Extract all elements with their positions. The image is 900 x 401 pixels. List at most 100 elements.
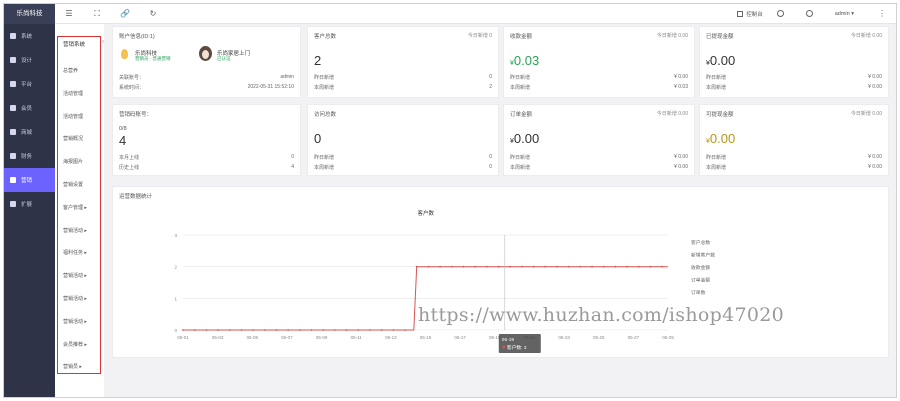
sidebar-item-6[interactable]: 营销: [4, 168, 55, 192]
card-title: 收款金额: [510, 34, 533, 40]
legend-item: 订单数: [691, 289, 706, 296]
data-point: [298, 329, 301, 331]
card-title: 已提现金额: [706, 34, 734, 40]
x-tick-label: 05-01: [177, 335, 189, 340]
sidebar-item-3[interactable]: 会员: [4, 96, 55, 120]
subnav-item[interactable]: 会员推荐 ▸: [63, 341, 87, 348]
subnav-item[interactable]: 营销活动 ▸: [63, 272, 87, 279]
data-point: [404, 329, 406, 331]
stat-row: 昨日新增 0: [314, 154, 492, 161]
subnav-title: 营销系统: [63, 42, 86, 48]
data-point: [637, 265, 640, 268]
subnav-item[interactable]: 活动管理: [63, 90, 83, 97]
withdraw-card: 已提现金额 今日新增 0.00 ¥0.00 昨日新增 ¥ 0.00 本周新增 ¥ 0…: [699, 26, 889, 98]
card-today: 今日新增 0.00: [850, 33, 882, 39]
data-point: [275, 329, 278, 331]
sidebar-item-1[interactable]: 设计: [4, 48, 55, 72]
stat-row: 本周新增 0: [314, 164, 492, 171]
bell-icon[interactable]: [776, 10, 784, 17]
stat-row: 本周新增 2: [314, 84, 492, 91]
card-sub: 0/8: [119, 126, 127, 132]
subnav-item[interactable]: 海报图片: [63, 158, 83, 165]
stat-row: 本周新增 ¥ 0.03: [510, 84, 688, 91]
data-point: [591, 265, 593, 268]
wallet-icon: [10, 153, 16, 159]
card-today: 今日新增 0: [467, 33, 492, 39]
sub-sidebar: 营销系统 ‹ 总营养 活动管理 活动管理 营销概况 海报图片 营销设置 客户管理 ▸ 营销活动…: [55, 24, 104, 397]
sidebar-item-0[interactable]: 系统: [4, 24, 55, 48]
data-point: [228, 329, 231, 331]
subnav-item[interactable]: 总营养: [63, 67, 78, 74]
refresh-icon[interactable]: ↻: [139, 9, 167, 18]
data-point: [252, 329, 255, 331]
avatar[interactable]: [199, 46, 212, 61]
data-point: [532, 265, 535, 268]
console-link[interactable]: 控制台: [737, 10, 763, 18]
account-card: 账户信息(ID:1) 乐尚科技 营销员 · 普通营销 乐尚家居上门 已认证 关联…: [112, 26, 301, 98]
tooltip-title: 05-19: [502, 337, 515, 343]
x-tick-label: 05-23: [558, 335, 570, 340]
brand-sub: 营销员 · 普通营销: [135, 56, 171, 61]
menu-toggle-icon[interactable]: ☰: [55, 9, 83, 18]
sidebar-item-label: 扩展: [21, 202, 33, 208]
data-point: [556, 265, 558, 268]
card-value: ¥0.00: [510, 131, 540, 146]
data-point: [392, 329, 395, 331]
data-point: [415, 265, 418, 268]
card-title: 订单金额: [510, 112, 533, 118]
subnav-item[interactable]: 营销概况: [63, 135, 83, 142]
line-chart: 客户数 0 1 2 3 05-01 05-03 05-05 05-07 05-09 05-11 05-…: [174, 209, 715, 353]
data-point: [287, 329, 290, 331]
info-row: 系统时间： 2022-05-31 15:52:10: [119, 84, 294, 91]
extend-icon: [10, 201, 16, 207]
x-tick-label: 05-03: [212, 335, 224, 340]
main-sidebar: 乐尚科技 系统 设计 平台 会员 商城 财务 营销 扩展: [4, 4, 55, 397]
help-icon[interactable]: [805, 10, 813, 17]
sidebar-item-5[interactable]: 财务: [4, 144, 55, 168]
data-point: [485, 265, 488, 268]
link-icon[interactable]: 🔗: [111, 9, 139, 18]
card-today: 今日新增 0.00: [656, 111, 688, 117]
collapse-icon[interactable]: ‹: [102, 39, 104, 45]
subnav-item[interactable]: 福利任务 ▸: [63, 249, 87, 256]
sidebar-item-label: 设计: [21, 58, 33, 64]
card-title: 可提现金额: [706, 112, 734, 118]
data-point: [474, 265, 477, 268]
data-point: [450, 265, 453, 268]
data-point: [345, 329, 348, 331]
codes-card: 营销码账号： 0/8 4 本月上线 0 历史上线 4: [112, 104, 301, 176]
card-value: ¥0.00: [706, 53, 736, 68]
data-point: [509, 265, 512, 268]
data-point: [263, 329, 266, 331]
subnav-item[interactable]: 营销活动 ▸: [63, 295, 87, 302]
card-value: ¥0.00: [706, 131, 736, 146]
sidebar-item-2[interactable]: 平台: [4, 72, 55, 96]
user-menu[interactable]: admin ▾: [835, 11, 854, 17]
stat-row: 昨日新增 ¥ 0.00: [510, 154, 688, 161]
y-tick-label: 0: [174, 328, 177, 333]
x-tick-label: 05-29: [662, 335, 674, 340]
legend-item: 客户总数: [691, 239, 710, 246]
data-point: [322, 329, 325, 331]
subnav-item[interactable]: 营销活动 ▸: [63, 318, 87, 325]
top-bar: ☰ ⛶ 🔗 ↻ 控制台 admin ▾ ⋮: [55, 4, 896, 24]
sidebar-item-4[interactable]: 商城: [4, 120, 55, 144]
subnav-item[interactable]: 营销员 ▸: [63, 363, 82, 370]
subnav-item[interactable]: 营销活动 ▸: [63, 227, 87, 234]
data-point: [182, 329, 184, 331]
x-tick-label: 05-05: [247, 335, 259, 340]
data-point: [369, 329, 371, 331]
card-value: 2: [314, 53, 322, 68]
more-icon[interactable]: ⋮: [868, 9, 896, 18]
sidebar-item-7[interactable]: 扩展: [4, 192, 55, 216]
grid-icon: [10, 81, 16, 87]
subnav-item[interactable]: 客户管理 ▸: [63, 204, 87, 211]
x-tick-label: 05-15: [420, 335, 432, 340]
fullscreen-icon[interactable]: ⛶: [83, 9, 111, 19]
x-tick-label: 05-17: [454, 335, 466, 340]
heart-icon: [10, 105, 16, 111]
design-icon: [10, 57, 16, 63]
subnav-item[interactable]: 活动管理: [63, 113, 83, 120]
data-point: [649, 265, 652, 268]
subnav-item[interactable]: 营销设置: [63, 181, 83, 188]
